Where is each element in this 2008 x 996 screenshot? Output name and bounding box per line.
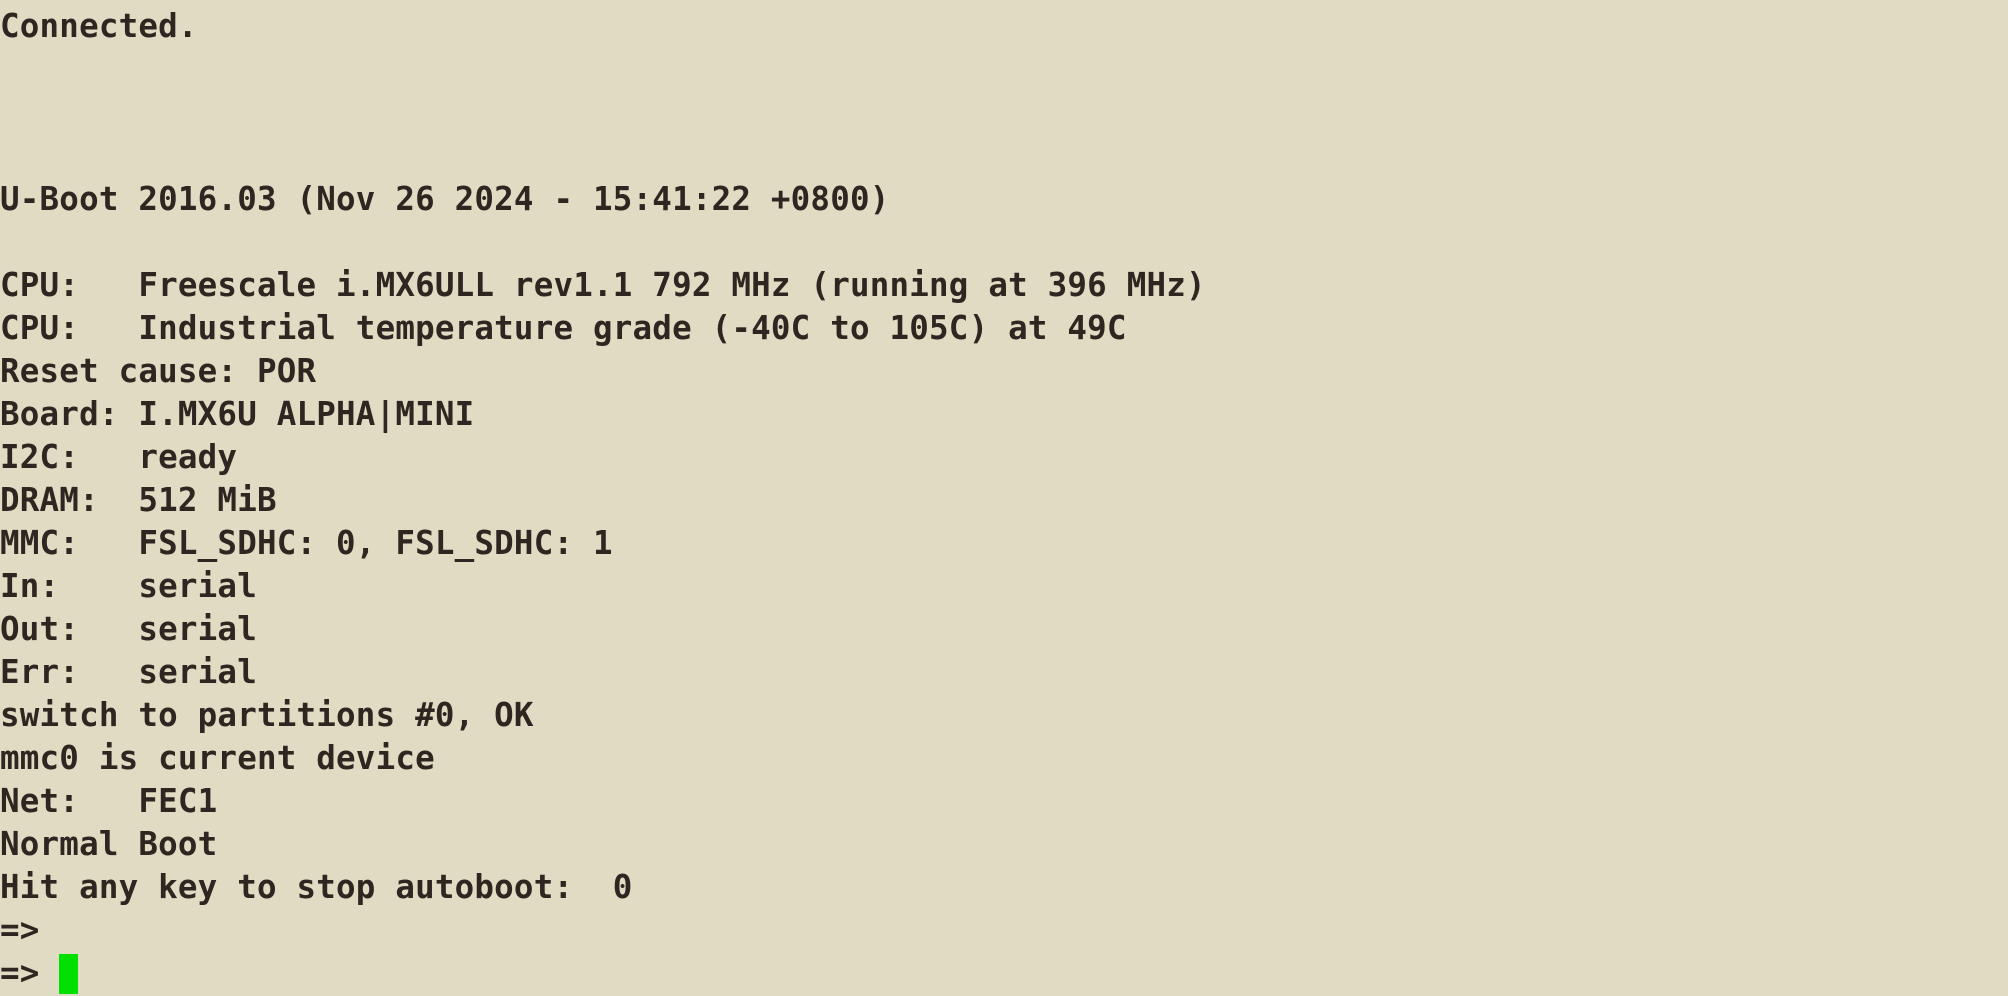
terminal-line-switch-partition: switch to partitions #0, OK [0,696,534,734]
terminal-line-net: Net: FEC1 [0,782,218,820]
terminal-line-cpu-temp: CPU: Industrial temperature grade (-40C … [0,309,1127,347]
terminal-line-out: Out: serial [0,610,257,648]
terminal-window[interactable]: Connected. U-Boot 2016.03 (Nov 26 2024 -… [0,0,2008,996]
terminal-line-autoboot: Hit any key to stop autoboot: 0 [0,868,633,906]
terminal-line-cpu: CPU: Freescale i.MX6ULL rev1.1 792 MHz (… [0,266,1206,304]
terminal-line-mmc: MMC: FSL_SDHC: 0, FSL_SDHC: 1 [0,524,613,562]
terminal-line-reset-cause: Reset cause: POR [0,352,317,390]
terminal-line-i2c: I2C: ready [0,438,238,476]
terminal-line-connected: Connected. [0,7,198,45]
prompt-text: => [0,954,60,992]
terminal-line-uboot-version: U-Boot 2016.03 (Nov 26 2024 - 15:41:22 +… [0,180,890,218]
terminal-line-err: Err: serial [0,653,257,691]
terminal-prompt-active[interactable]: => [0,952,79,995]
terminal-line-board: Board: I.MX6U ALPHA|MINI [0,395,475,433]
terminal-line-dram: DRAM: 512 MiB [0,481,277,519]
terminal-line-mmc-device: mmc0 is current device [0,739,435,777]
terminal-line-normal-boot: Normal Boot [0,825,218,863]
text-cursor [59,954,79,994]
terminal-line-prompt-previous: => [0,911,40,949]
terminal-line-in: In: serial [0,567,257,605]
